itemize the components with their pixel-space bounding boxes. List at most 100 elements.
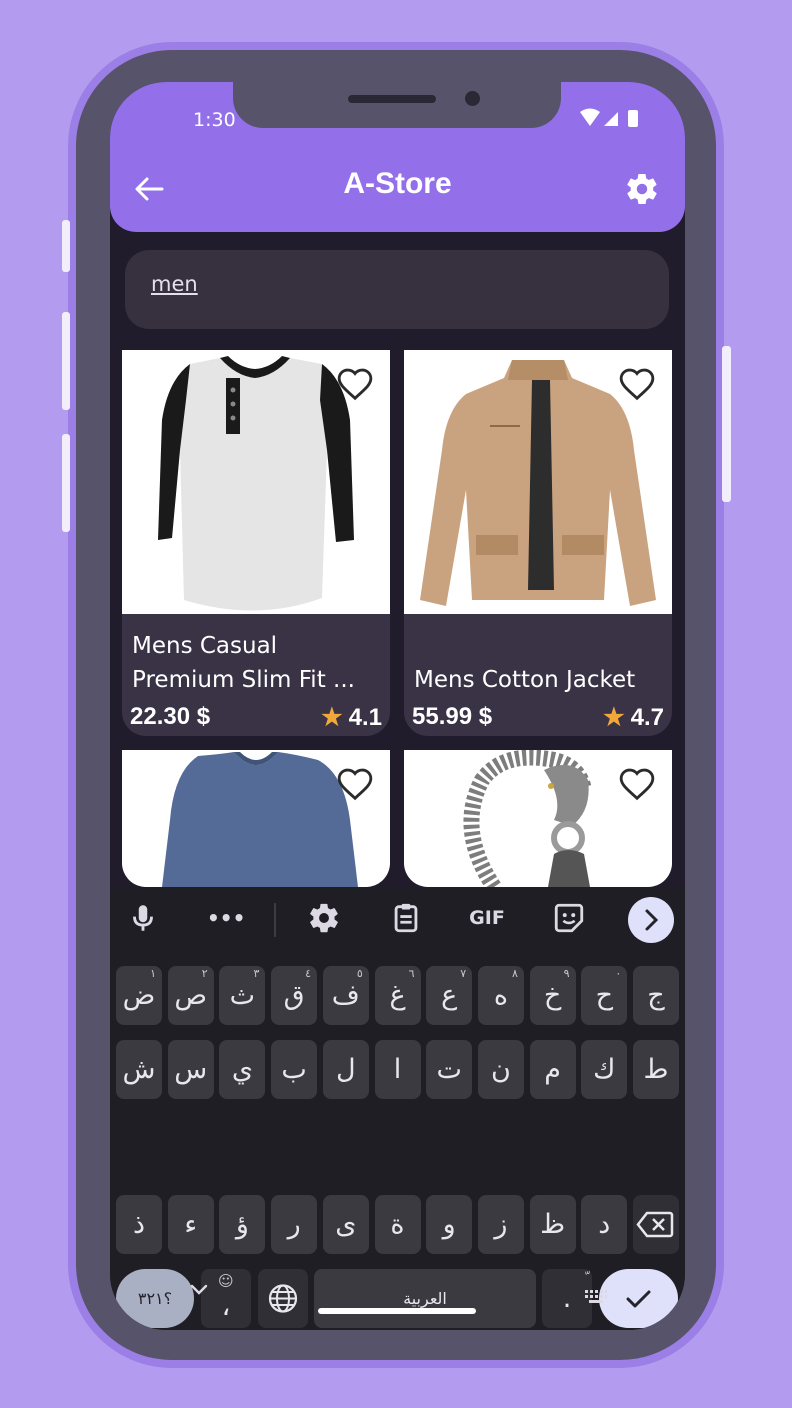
key-label: ى xyxy=(335,1209,357,1240)
key[interactable]: ب xyxy=(271,1040,318,1099)
globe-icon xyxy=(268,1284,298,1313)
key[interactable]: ط xyxy=(633,1040,679,1099)
keyboard-switch-icon[interactable] xyxy=(584,1289,608,1307)
key-label: ج xyxy=(647,980,665,1011)
clipboard-icon[interactable] xyxy=(389,901,423,935)
key-label: ث xyxy=(229,980,256,1011)
key[interactable]: ج xyxy=(633,966,679,1025)
key[interactable]: ح٠ xyxy=(581,966,628,1025)
space-bar[interactable]: العربية xyxy=(314,1269,536,1328)
key-label: ة xyxy=(390,1209,405,1240)
rating-value: 4.1 xyxy=(348,704,382,731)
key-hint: ٣ xyxy=(253,967,260,980)
gear-icon[interactable] xyxy=(307,901,341,935)
product-title: Mens Cotton Jacket xyxy=(414,667,636,693)
enter-key[interactable] xyxy=(599,1269,678,1328)
key[interactable]: د xyxy=(581,1195,628,1254)
key[interactable]: غ٦ xyxy=(374,966,421,1025)
key[interactable]: م xyxy=(529,1040,576,1099)
key[interactable]: ف٥ xyxy=(322,966,369,1025)
key[interactable]: ل xyxy=(322,1040,369,1099)
key[interactable]: ذ xyxy=(116,1195,162,1254)
symbols-key[interactable]: ؟٣٢١ xyxy=(116,1269,194,1328)
product-rating: ★ 4.7 xyxy=(603,703,664,732)
key[interactable]: و xyxy=(426,1195,473,1254)
period-label: . xyxy=(562,1283,572,1314)
key[interactable]: ك xyxy=(581,1040,628,1099)
heart-icon[interactable] xyxy=(618,766,656,802)
key[interactable]: ء xyxy=(167,1195,214,1254)
heart-icon[interactable] xyxy=(618,366,656,402)
key-hint: ٧ xyxy=(460,967,467,980)
keyboard-toolbar: ••• GIF xyxy=(110,887,685,951)
key[interactable]: ص٢ xyxy=(167,966,214,1025)
key[interactable]: خ٩ xyxy=(529,966,576,1025)
language-key[interactable] xyxy=(258,1269,308,1328)
key[interactable]: ت xyxy=(426,1040,473,1099)
suggestions-next-button[interactable] xyxy=(628,897,674,943)
key[interactable]: ز xyxy=(477,1195,524,1254)
key-label: م xyxy=(544,1054,561,1085)
product-price: 22.30 $ xyxy=(130,703,211,730)
key-label: ل xyxy=(335,1054,356,1085)
power-button xyxy=(722,346,731,502)
home-indicator[interactable] xyxy=(318,1308,476,1314)
product-image xyxy=(122,750,390,887)
search-input[interactable]: men xyxy=(125,250,669,329)
key[interactable]: ي xyxy=(219,1040,266,1099)
status-time: 1:30 xyxy=(193,109,236,131)
product-title-line2: Premium Slim Fit ... xyxy=(132,667,355,693)
key[interactable]: ق٤ xyxy=(271,966,318,1025)
key-label: ي xyxy=(231,1054,253,1085)
key-hint: ٥ xyxy=(356,967,363,980)
key[interactable]: ن xyxy=(477,1040,524,1099)
key-label: ه xyxy=(493,980,508,1011)
product-card[interactable] xyxy=(122,750,390,887)
sticker-icon[interactable] xyxy=(552,901,586,935)
key[interactable]: ؤ xyxy=(219,1195,266,1254)
product-card[interactable]: Mens Cotton Jacket 55.99 $ ★ 4.7 xyxy=(404,350,672,736)
key[interactable]: ه٨ xyxy=(477,966,524,1025)
front-camera xyxy=(465,91,480,106)
key[interactable]: س xyxy=(167,1040,214,1099)
key-label: ع xyxy=(441,980,458,1011)
more-icon[interactable]: ••• xyxy=(207,901,245,935)
checkmark-icon xyxy=(626,1290,651,1308)
key-label: ط xyxy=(643,1054,669,1085)
product-price: 55.99 $ xyxy=(412,703,493,730)
product-image xyxy=(122,350,390,614)
hide-keyboard-chevron-down-icon[interactable] xyxy=(188,1282,210,1296)
key[interactable]: ث٣ xyxy=(219,966,266,1025)
mic-icon[interactable] xyxy=(126,901,160,935)
product-image xyxy=(404,750,672,887)
key[interactable]: ر xyxy=(271,1195,318,1254)
search-input-value: men xyxy=(151,272,198,296)
key[interactable]: ع٧ xyxy=(426,966,473,1025)
product-card[interactable] xyxy=(404,750,672,887)
gif-button[interactable]: GIF xyxy=(467,901,507,935)
phone-screen: 1:30 A-Store men Mens Casual Premium Sli… xyxy=(110,82,685,1330)
key-label: ر xyxy=(287,1209,301,1240)
key-label: ض xyxy=(122,980,156,1011)
key-label: ق xyxy=(283,980,305,1011)
key[interactable]: ى xyxy=(322,1195,369,1254)
product-image xyxy=(404,350,672,614)
heart-icon[interactable] xyxy=(336,366,374,402)
key-hint: ٦ xyxy=(408,967,415,980)
product-card[interactable]: Mens Casual Premium Slim Fit ... 22.30 $… xyxy=(122,350,390,736)
heart-icon[interactable] xyxy=(336,766,374,802)
key[interactable]: ة xyxy=(374,1195,421,1254)
key[interactable]: ظ xyxy=(529,1195,576,1254)
side-button xyxy=(62,220,70,272)
key-label: خ xyxy=(543,980,562,1011)
backspace-key[interactable] xyxy=(633,1195,679,1254)
key[interactable]: ا xyxy=(374,1040,421,1099)
battery-icon xyxy=(628,110,638,127)
key-label: غ xyxy=(389,980,406,1011)
gear-icon[interactable] xyxy=(624,171,660,207)
key[interactable]: ض١ xyxy=(116,966,162,1025)
key-label: ش xyxy=(122,1054,156,1085)
camera-notch xyxy=(233,82,561,128)
key[interactable]: ش xyxy=(116,1040,162,1099)
emoji-comma-key[interactable]: ☺ ، xyxy=(201,1269,251,1328)
